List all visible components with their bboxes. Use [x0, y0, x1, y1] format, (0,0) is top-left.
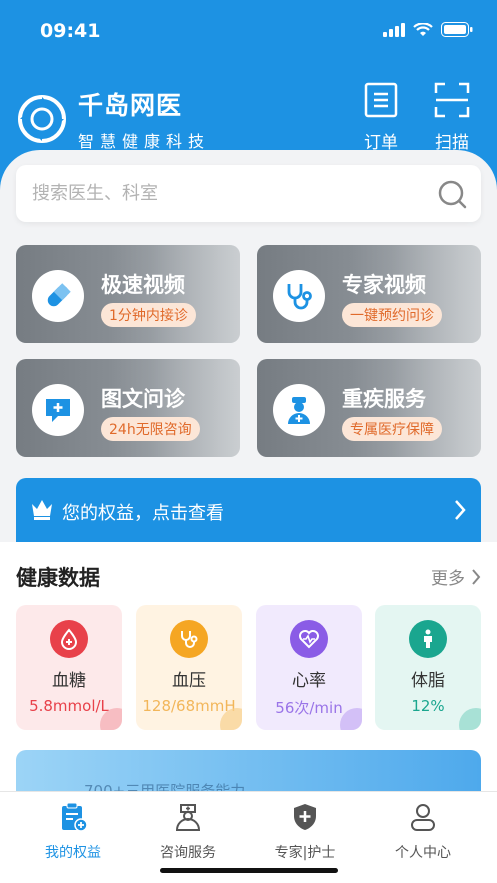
- battery-icon: [441, 22, 473, 37]
- tab-label: 咨询服务: [160, 845, 216, 861]
- metric-name: 体脂: [411, 671, 445, 691]
- blood-drop-icon: [50, 620, 88, 658]
- tab-label: 专家|护士: [274, 845, 336, 861]
- doctor-icon: [273, 384, 325, 436]
- brand: 千岛网医 智慧健康科技: [16, 86, 210, 152]
- status-icons: [383, 22, 473, 37]
- service-title: 极速视频: [101, 273, 185, 297]
- user-icon: [411, 804, 435, 831]
- wifi-icon: [413, 22, 433, 36]
- logo-icon: [18, 95, 66, 143]
- brand-subtitle: 智慧健康科技: [78, 132, 211, 151]
- service-card-critical-illness[interactable]: 重疾服务 专属医疗保障: [257, 359, 481, 457]
- service-tag: 专属医疗保障: [342, 417, 442, 441]
- chat-plus-icon: [32, 384, 84, 436]
- metric-name: 血压: [172, 671, 206, 691]
- scan-button[interactable]: 扫描: [427, 82, 477, 153]
- health-more-link[interactable]: 更多: [431, 564, 481, 589]
- tab-expert-nurse[interactable]: 专家|护士: [250, 802, 360, 862]
- order-icon: [364, 82, 398, 118]
- stethoscope-icon: [273, 270, 325, 322]
- status-time: 09:41: [40, 20, 101, 42]
- metric-name: 心率: [292, 671, 326, 691]
- scan-label: 扫描: [435, 133, 469, 153]
- order-button[interactable]: 订单: [356, 82, 406, 153]
- tab-label: 我的权益: [45, 845, 101, 861]
- metric-blood-pressure[interactable]: 血压 128/68mmH: [136, 605, 242, 730]
- service-card-fast-video[interactable]: 极速视频 1分钟内接诊: [16, 245, 240, 343]
- clipboard-plus-icon: [62, 802, 88, 832]
- service-title: 重疾服务: [342, 387, 426, 411]
- more-label: 更多: [431, 569, 465, 589]
- search-icon[interactable]: [437, 179, 467, 209]
- metric-name: 血糖: [52, 671, 86, 691]
- metric-blood-sugar[interactable]: 血糖 5.8mmol/L: [16, 605, 122, 730]
- stethoscope-icon: [170, 620, 208, 658]
- search-input[interactable]: [32, 165, 412, 222]
- scan-icon: [434, 82, 470, 118]
- chevron-right-icon: [455, 500, 466, 520]
- nurse-icon: [175, 804, 201, 831]
- chevron-right-icon: [472, 568, 481, 585]
- heart-rate-icon: [290, 620, 328, 658]
- rights-banner[interactable]: 您的权益，点击查看: [16, 478, 481, 542]
- rights-text: 您的权益，点击查看: [62, 503, 224, 524]
- home-indicator: [160, 868, 338, 873]
- metric-body-fat[interactable]: 体脂 12%: [375, 605, 481, 730]
- service-card-text-consult[interactable]: 图文问诊 24h无限咨询: [16, 359, 240, 457]
- pill-icon: [32, 270, 84, 322]
- shield-plus-icon: [294, 804, 316, 830]
- service-title: 图文问诊: [101, 387, 185, 411]
- search-bar[interactable]: [16, 165, 481, 222]
- body-icon: [409, 620, 447, 658]
- service-tag: 24h无限咨询: [101, 417, 200, 441]
- crown-icon: [32, 500, 52, 520]
- tab-profile[interactable]: 个人中心: [368, 802, 478, 862]
- service-tag: 一键预约问诊: [342, 303, 442, 327]
- service-tag: 1分钟内接诊: [101, 303, 196, 327]
- signal-icon: [383, 22, 405, 37]
- tab-label: 个人中心: [395, 845, 451, 861]
- service-card-expert-video[interactable]: 专家视频 一键预约问诊: [257, 245, 481, 343]
- status-bar: 09:41: [0, 0, 497, 60]
- tab-consult[interactable]: 咨询服务: [133, 802, 243, 862]
- health-title: 健康数据: [16, 566, 100, 590]
- tab-my-rights[interactable]: 我的权益: [18, 802, 128, 862]
- order-label: 订单: [364, 133, 398, 153]
- service-title: 专家视频: [342, 273, 426, 297]
- brand-name: 千岛网医: [78, 91, 183, 120]
- metric-heart-rate[interactable]: 心率 56次/min: [256, 605, 362, 730]
